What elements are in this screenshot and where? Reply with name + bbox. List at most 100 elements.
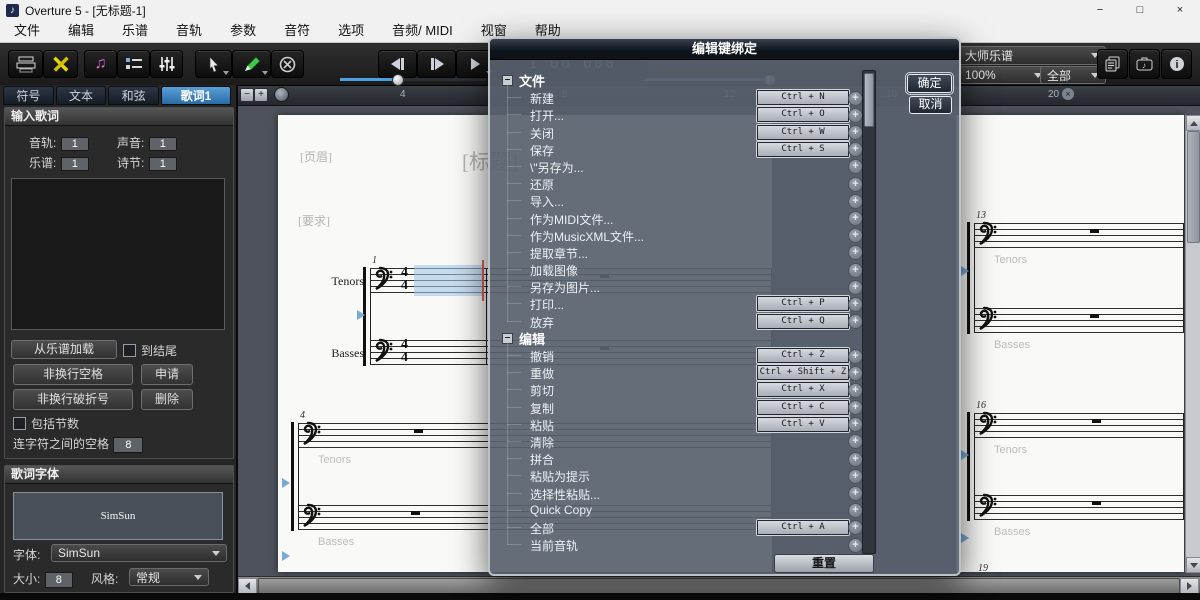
kb-row[interactable]: 粘贴Ctrl + V+ (496, 416, 856, 433)
tab-符号[interactable]: 符号 (3, 86, 54, 105)
zoom-in-button[interactable]: + (254, 88, 268, 102)
info-button[interactable]: i (1161, 49, 1192, 79)
key-binding-button[interactable]: Ctrl + S (757, 142, 849, 157)
kb-row[interactable]: 重做Ctrl + Shift + Z+ (496, 364, 856, 381)
kb-row[interactable]: 拼合+ (496, 450, 856, 467)
add-binding-button[interactable]: + (848, 503, 863, 518)
kb-row[interactable]: 放弃Ctrl + Q+ (496, 313, 856, 330)
nb-dash-button[interactable]: 非换行破折号 (13, 389, 133, 410)
add-binding-button[interactable]: + (848, 366, 863, 381)
kb-row[interactable]: 关闭Ctrl + W+ (496, 124, 856, 141)
cancel-button[interactable]: 取消 (909, 96, 952, 114)
kb-row[interactable]: 提取章节...+ (496, 244, 856, 261)
score-field[interactable]: 1 (61, 157, 89, 171)
font-dropdown[interactable]: SimSun (51, 544, 227, 562)
add-binding-button[interactable]: + (848, 520, 863, 535)
eraser-tool-button[interactable] (271, 50, 304, 78)
add-binding-button[interactable]: + (848, 194, 863, 209)
verse-field[interactable]: 1 (149, 157, 177, 171)
system-marker[interactable] (357, 310, 365, 320)
key-binding-button[interactable]: Ctrl + Shift + Z (757, 365, 849, 380)
add-binding-button[interactable]: + (848, 159, 863, 174)
add-binding-button[interactable]: + (848, 383, 863, 398)
track-list-button[interactable] (117, 50, 150, 78)
tab-和弦[interactable]: 和弦 (108, 86, 159, 105)
tab-歌词1[interactable]: 歌词1 (161, 86, 231, 105)
key-binding-button[interactable]: Ctrl + P (757, 296, 849, 311)
minimize-button[interactable]: − (1080, 0, 1120, 20)
key-binding-button[interactable]: Ctrl + O (757, 107, 849, 122)
kb-row[interactable]: 撤销Ctrl + Z+ (496, 347, 856, 364)
kb-row[interactable]: 另存为图片...+ (496, 278, 856, 295)
add-binding-button[interactable]: + (848, 245, 863, 260)
delete-button[interactable]: 删除 (141, 389, 193, 410)
system-marker[interactable] (961, 266, 969, 276)
notes-button[interactable]: ♫ (84, 50, 117, 78)
zoom-select-dropdown[interactable]: 100% (958, 66, 1049, 84)
kb-row[interactable]: 新建Ctrl + N+ (496, 89, 856, 106)
key-binding-button[interactable]: Ctrl + V (757, 417, 849, 432)
add-binding-button[interactable]: + (848, 452, 863, 467)
maximize-button[interactable]: □ (1120, 0, 1160, 20)
tempo-slider-knob[interactable] (392, 74, 404, 86)
track-field[interactable]: 1 (61, 137, 89, 151)
key-binding-button[interactable]: Ctrl + N (757, 90, 849, 105)
requirement-placeholder[interactable]: [要求] (298, 212, 330, 229)
add-binding-button[interactable]: + (848, 108, 863, 123)
system-marker[interactable] (282, 478, 290, 488)
key-binding-button[interactable]: Ctrl + C (757, 400, 849, 415)
system-marker[interactable] (961, 533, 969, 543)
staff[interactable] (974, 308, 1184, 333)
kb-row[interactable]: 作为MusicXML文件...+ (496, 227, 856, 244)
kb-section-header-0[interactable]: 文件 (496, 72, 856, 89)
system-marker[interactable] (961, 450, 969, 460)
menu-item-1[interactable]: 编辑 (54, 20, 108, 42)
tab-文本[interactable]: 文本 (56, 86, 107, 105)
ruler-knob[interactable] (274, 87, 289, 102)
menu-item-0[interactable]: 文件 (0, 20, 54, 42)
ruler-close-icon[interactable]: × (1062, 88, 1074, 100)
dialog-scrollbar[interactable] (862, 70, 876, 554)
add-binding-button[interactable]: + (848, 314, 863, 329)
key-binding-button[interactable]: Ctrl + Q (757, 314, 849, 329)
add-binding-button[interactable]: + (848, 400, 863, 415)
kb-row[interactable]: 导入...+ (496, 192, 856, 209)
kb-row[interactable]: 打开...Ctrl + O+ (496, 106, 856, 123)
lyrics-textarea[interactable] (11, 178, 225, 330)
vertical-scrollbar[interactable] (1185, 115, 1200, 572)
add-binding-button[interactable]: + (848, 263, 863, 278)
key-binding-button[interactable]: Ctrl + X (757, 382, 849, 397)
zoom-out-button[interactable]: − (240, 88, 254, 102)
size-field[interactable]: 8 (45, 572, 73, 588)
apply-button[interactable]: 申请 (141, 364, 193, 385)
to-end-checkbox[interactable]: 到结尾 (123, 342, 177, 360)
kb-row[interactable]: 作为MIDI文件...+ (496, 210, 856, 227)
add-binding-button[interactable]: + (848, 177, 863, 192)
add-binding-button[interactable]: + (848, 538, 863, 553)
add-binding-button[interactable]: + (848, 280, 863, 295)
scroll-down-button[interactable] (1186, 557, 1200, 573)
add-binding-button[interactable]: + (848, 434, 863, 449)
add-binding-button[interactable]: + (848, 297, 863, 312)
tools-button[interactable] (43, 50, 78, 78)
add-binding-button[interactable]: + (848, 349, 863, 364)
kb-row[interactable]: 保存Ctrl + S+ (496, 141, 856, 158)
kb-row[interactable]: \"另存为...+ (496, 158, 856, 175)
add-binding-button[interactable]: + (848, 142, 863, 157)
scroll-left-button[interactable] (238, 578, 257, 594)
close-button[interactable]: × (1160, 0, 1200, 20)
header-placeholder[interactable]: [页眉] (300, 148, 332, 165)
add-binding-button[interactable]: + (848, 469, 863, 484)
mixer-button[interactable] (150, 50, 183, 78)
kb-row[interactable]: 清除+ (496, 433, 856, 450)
kb-row[interactable]: 粘贴为提示+ (496, 467, 856, 484)
nb-space-button[interactable]: 非换行空格 (13, 364, 133, 385)
scroll-up-button[interactable] (1186, 115, 1200, 131)
hyphen-space-field[interactable]: 8 (113, 437, 143, 453)
load-from-score-button[interactable]: 从乐谱加载 (11, 340, 117, 359)
printer-button[interactable] (8, 50, 43, 78)
kb-row[interactable]: 还原+ (496, 175, 856, 192)
add-binding-button[interactable]: + (848, 91, 863, 106)
add-binding-button[interactable]: + (848, 417, 863, 432)
ok-button[interactable]: 确定 (907, 74, 952, 93)
